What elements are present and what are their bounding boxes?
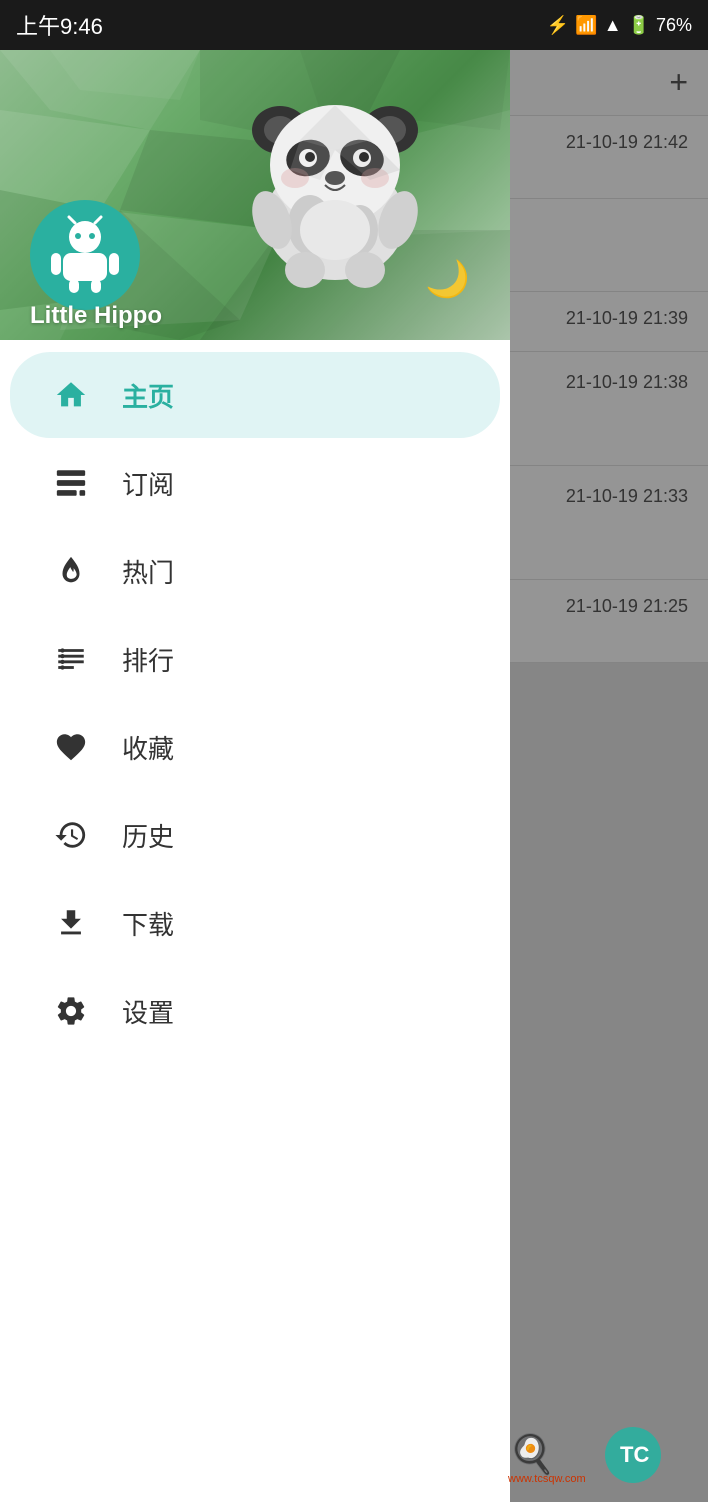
hot-icon xyxy=(50,550,92,592)
svg-text:🍳: 🍳 xyxy=(508,1432,555,1477)
home-icon xyxy=(50,374,92,416)
drawer-banner: Little Hippo 🌙 xyxy=(0,50,510,340)
wifi-icon: ▲ xyxy=(604,15,622,36)
rank-icon xyxy=(50,638,92,680)
avatar[interactable] xyxy=(30,200,140,310)
download-icon xyxy=(50,902,92,944)
watermark: 🍳 TC www.tcsqw.com xyxy=(498,1412,698,1492)
avatar-icon xyxy=(45,215,125,295)
subscribe-icon xyxy=(50,462,92,504)
night-mode-icon[interactable]: 🌙 xyxy=(425,258,470,300)
svg-text:TC: TC xyxy=(620,1442,649,1467)
history-label: 历史 xyxy=(122,817,174,854)
bluetooth-icon: ⚡ xyxy=(547,15,569,36)
favorite-icon xyxy=(50,726,92,768)
battery-level: 76% xyxy=(656,15,692,36)
sidebar-item-rank[interactable]: 排行 xyxy=(10,616,500,702)
subscribe-label: 订阅 xyxy=(122,465,174,502)
battery-icon: 🔋 xyxy=(628,15,650,36)
panda-illustration xyxy=(160,70,510,290)
settings-icon xyxy=(50,990,92,1032)
drawer-overlay[interactable] xyxy=(510,50,708,1502)
sidebar-item-hot[interactable]: 热门 xyxy=(10,528,500,614)
signal-icon: 📶 xyxy=(575,15,597,36)
status-icons: ⚡ 📶 ▲ 🔋 76% xyxy=(547,15,692,36)
sidebar-item-download[interactable]: 下载 xyxy=(10,880,500,966)
status-bar: 上午9:46 ⚡ 📶 ▲ 🔋 76% xyxy=(0,0,708,50)
sidebar-item-home[interactable]: 主页 xyxy=(10,352,500,438)
navigation-drawer: Little Hippo 🌙 主页 订阅 xyxy=(0,50,510,1502)
home-label: 主页 xyxy=(122,377,174,414)
favorite-label: 收藏 xyxy=(122,729,174,766)
username-label: Little Hippo xyxy=(30,302,162,330)
svg-text:www.tcsqw.com: www.tcsqw.com xyxy=(507,1473,586,1485)
sidebar-item-subscribe[interactable]: 订阅 xyxy=(10,440,500,526)
panda-svg xyxy=(220,70,450,290)
rank-label: 排行 xyxy=(122,641,174,678)
drawer-nav: 主页 订阅 热门 xyxy=(0,340,510,1502)
sidebar-item-history[interactable]: 历史 xyxy=(10,792,500,878)
settings-label: 设置 xyxy=(122,993,174,1030)
hot-label: 热门 xyxy=(122,553,174,590)
download-label: 下载 xyxy=(122,905,174,942)
sidebar-item-settings[interactable]: 设置 xyxy=(10,968,500,1054)
sidebar-item-favorite[interactable]: 收藏 xyxy=(10,704,500,790)
history-icon xyxy=(50,814,92,856)
watermark-svg: 🍳 TC www.tcsqw.com xyxy=(503,1417,693,1487)
status-time: 上午9:46 xyxy=(16,9,103,41)
